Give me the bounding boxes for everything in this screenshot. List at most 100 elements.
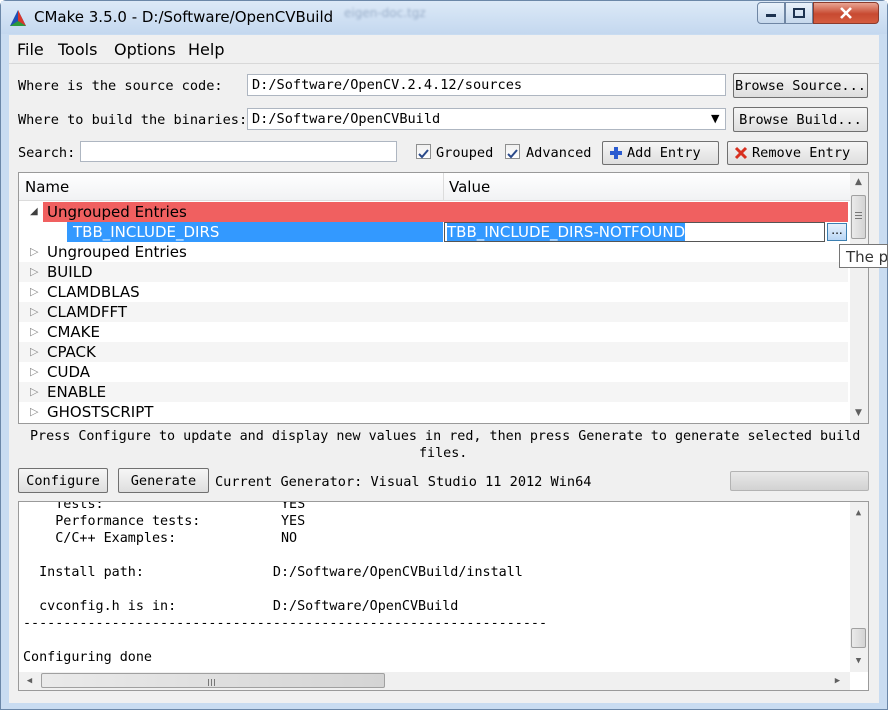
current-generator: Current Generator: Visual Studio 11 2012… (215, 474, 592, 490)
output-line: C/C++ Examples: NO (23, 531, 298, 546)
dropdown-arrow-icon[interactable]: ▼ (711, 112, 719, 125)
collapsed-arrow-icon[interactable]: ▷ (30, 325, 38, 338)
tree-row-group[interactable]: ▷ ENABLE (19, 382, 848, 402)
source-path-input[interactable]: D:/Software/OpenCV.2.4.12/sources (247, 74, 726, 96)
checkmark-icon (507, 149, 518, 159)
background-window-title: eigen-doc.tgz (344, 6, 426, 20)
collapsed-arrow-icon[interactable]: ▷ (30, 345, 38, 358)
source-label: Where is the source code: (18, 78, 223, 94)
cache-entries-tree[interactable]: Name Value ◢ Ungrouped Entries TBB_INCLU… (18, 172, 869, 424)
output-line: Performance tests: YES (23, 514, 306, 529)
search-label: Search: (18, 145, 76, 161)
output-vscroll-thumb[interactable] (851, 628, 866, 648)
tree-row-label: CLAMDBLAS (47, 283, 140, 301)
menu-options[interactable]: Options (114, 40, 176, 59)
maximize-button[interactable] (785, 2, 813, 24)
browse-build-button[interactable]: Browse Build... (733, 107, 868, 132)
tree-row-label: ENABLE (47, 383, 107, 401)
grouped-checkbox[interactable] (416, 144, 431, 159)
scroll-left-icon[interactable]: ◀ (21, 672, 38, 689)
tooltip: The p (839, 244, 888, 268)
tree-row-selected[interactable]: TBB_INCLUDE_DIRS TBB_INCLUDE_DIRS-NOTFOU… (19, 222, 848, 242)
tree-row-label: GHOSTSCRIPT (47, 403, 154, 421)
add-entry-label: Add Entry (627, 145, 701, 161)
tree-header: Name Value (19, 173, 850, 201)
tree-row-label: CPACK (47, 343, 96, 361)
grip-icon (208, 679, 215, 686)
collapsed-arrow-icon[interactable]: ▷ (30, 365, 38, 378)
remove-icon (734, 146, 748, 160)
column-header-name[interactable]: Name (25, 178, 69, 196)
header-divider (443, 173, 444, 201)
menu-tools[interactable]: Tools (58, 40, 97, 59)
hint-text-line2: files. (419, 446, 468, 461)
menu-help[interactable]: Help (188, 40, 224, 59)
build-label: Where to build the binaries: (18, 112, 248, 128)
output-line: Install path: D:/Software/OpenCVBuild/in… (23, 565, 523, 580)
build-path-value: D:/Software/OpenCVBuild (252, 111, 441, 127)
tree-row-group[interactable]: ▷ GHOSTSCRIPT (19, 402, 848, 422)
tree-row-group[interactable]: ▷ BUILD (19, 262, 848, 282)
scroll-right-icon[interactable]: ▶ (829, 672, 846, 689)
browse-source-button[interactable]: Browse Source... (733, 73, 868, 98)
search-input[interactable] (80, 141, 397, 162)
output-log[interactable]: Tests: YES Performance tests: YES C/C++ … (18, 501, 869, 691)
collapsed-arrow-icon[interactable]: ▷ (30, 265, 38, 278)
advanced-label: Advanced (526, 145, 592, 161)
menu-divider (9, 63, 879, 64)
output-line: ----------------------------------------… (23, 616, 548, 631)
scroll-down-icon[interactable]: ▼ (850, 404, 867, 421)
output-vertical-scrollbar[interactable]: ▲ ▼ (850, 502, 868, 672)
browse-value-button[interactable]: ... (827, 223, 847, 241)
tree-scrollbar[interactable]: ▲ ▼ (850, 173, 868, 423)
output-line: cvconfig.h is in: D:/Software/OpenCVBuil… (23, 599, 459, 614)
expanded-arrow-icon[interactable]: ◢ (30, 206, 38, 217)
generate-button[interactable]: Generate (118, 468, 209, 493)
tree-row-label: CMAKE (47, 323, 100, 341)
minimize-button[interactable] (757, 2, 785, 24)
remove-entry-label: Remove Entry (752, 145, 851, 161)
tree-row-group[interactable]: ▷ Ungrouped Entries (19, 242, 848, 262)
tree-row-group[interactable]: ▷ CLAMDFFT (19, 302, 848, 322)
collapsed-arrow-icon[interactable]: ▷ (30, 405, 38, 418)
remove-entry-button[interactable]: Remove Entry (727, 141, 868, 165)
column-header-value[interactable]: Value (449, 178, 490, 196)
scroll-down-icon[interactable]: ▼ (850, 652, 867, 669)
tree-row-group[interactable]: ▷ CMAKE (19, 322, 848, 342)
minimize-icon (766, 14, 776, 17)
add-entry-button[interactable]: Add Entry (602, 141, 719, 165)
tree-row-label: CUDA (47, 363, 91, 381)
scroll-up-icon[interactable]: ▲ (850, 504, 867, 521)
entry-name: TBB_INCLUDE_DIRS (73, 223, 220, 241)
tree-scroll-thumb[interactable] (851, 195, 866, 239)
checkmark-icon (418, 149, 429, 159)
grouped-label: Grouped (436, 145, 494, 161)
collapsed-arrow-icon[interactable]: ▷ (30, 245, 38, 258)
close-button[interactable] (813, 2, 879, 24)
collapsed-arrow-icon[interactable]: ▷ (30, 385, 38, 398)
output-hscroll-thumb[interactable] (41, 673, 385, 688)
configure-button[interactable]: Configure (18, 468, 108, 493)
grip-icon (855, 212, 862, 219)
progress-bar (730, 471, 869, 491)
entry-value-editor[interactable]: TBB_INCLUDE_DIRS-NOTFOUND (444, 222, 825, 242)
build-path-combobox[interactable]: D:/Software/OpenCVBuild (247, 108, 726, 130)
tree-row-group[interactable]: ▷ CUDA (19, 362, 848, 382)
output-line: Tests: YES (23, 501, 306, 512)
cmake-logo-icon (10, 10, 26, 26)
entry-value: TBB_INCLUDE_DIRS-NOTFOUND (447, 223, 686, 241)
tree-row-red-group[interactable]: ◢ Ungrouped Entries (19, 202, 848, 222)
advanced-checkbox[interactable] (505, 144, 520, 159)
window-title: CMake 3.5.0 - D:/Software/OpenCVBuild (34, 8, 334, 26)
collapsed-arrow-icon[interactable]: ▷ (30, 305, 38, 318)
tree-row-group[interactable]: ▷ CLAMDBLAS (19, 282, 848, 302)
tree-row-label: CLAMDFFT (47, 303, 128, 321)
menu-file[interactable]: File (17, 40, 44, 59)
output-horizontal-scrollbar[interactable]: ◀ ▶ (19, 672, 850, 690)
maximize-icon (793, 8, 805, 18)
close-icon (840, 7, 852, 19)
plus-icon (610, 147, 622, 159)
tree-row-group[interactable]: ▷ CPACK (19, 342, 848, 362)
scroll-up-icon[interactable]: ▲ (850, 173, 867, 190)
collapsed-arrow-icon[interactable]: ▷ (30, 285, 38, 298)
